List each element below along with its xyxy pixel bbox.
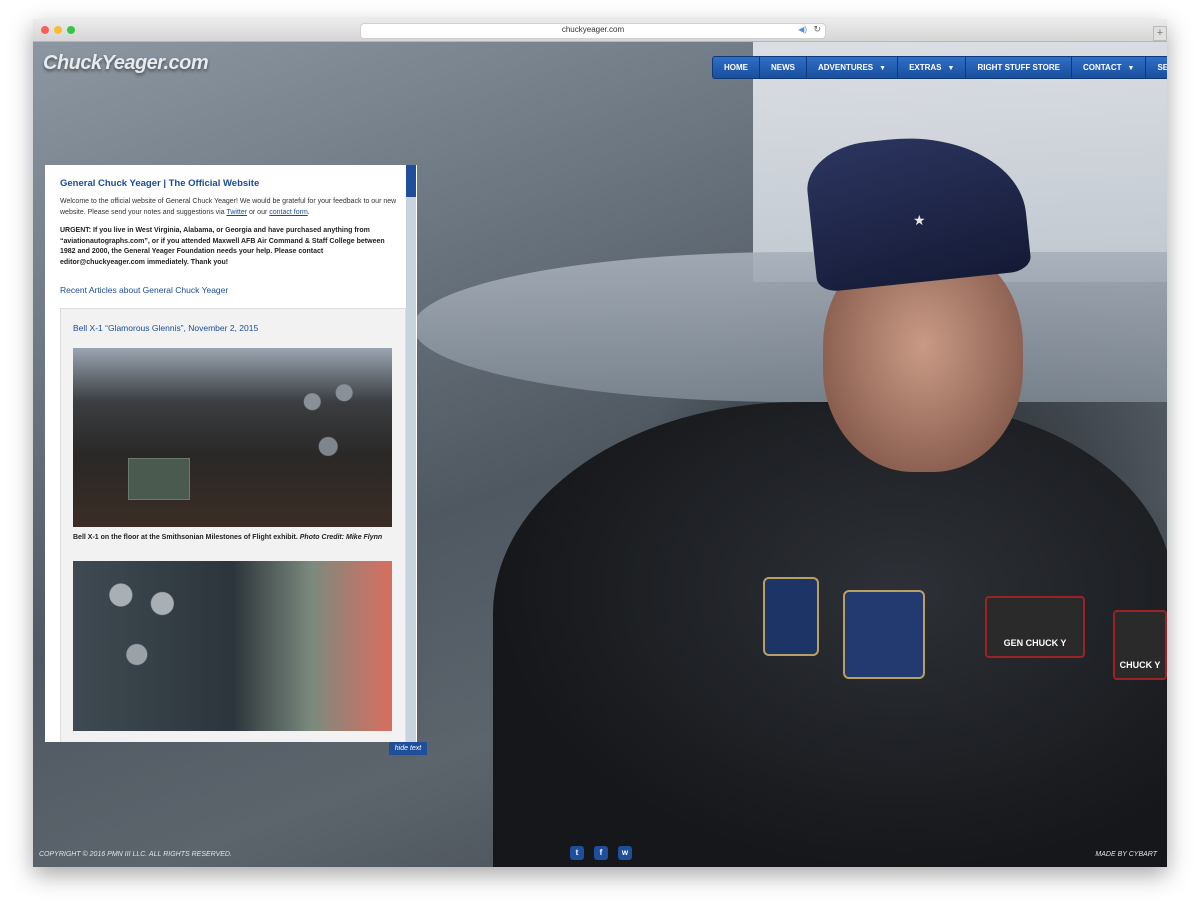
nav-item-contact[interactable]: CONTACT ▼ [1072, 57, 1147, 78]
urgent-notice: URGENT: If you live in West Virginia, Al… [60, 227, 385, 266]
shoulder-patch-image [763, 577, 819, 656]
nav-item-extras[interactable]: EXTRAS ▼ [898, 57, 967, 78]
facebook-icon[interactable]: f [594, 846, 608, 860]
reload-icon[interactable]: ↻ [813, 24, 821, 35]
background-aircraft-wing [413, 252, 1167, 402]
browser-window: chuckyeager.com ◀) ↻ + ★ GEN CHUCK Y CHU… [33, 19, 1167, 867]
nav-item-home[interactable]: HOME [713, 57, 760, 78]
new-tab-button[interactable]: + [1153, 26, 1167, 41]
site-logo[interactable]: ChuckYeager.com [43, 52, 209, 75]
panel-scrollbar-thumb[interactable] [406, 165, 416, 197]
chest-patch-image [843, 590, 925, 679]
audio-icon[interactable]: ◀) [798, 25, 807, 34]
close-window-button[interactable] [41, 26, 49, 34]
chevron-down-icon: ▼ [879, 65, 887, 72]
recent-articles-heading[interactable]: Recent Articles about General Chuck Yeag… [60, 285, 228, 295]
browser-chrome: chuckyeager.com ◀) ↻ + [33, 19, 1167, 42]
twitter-icon[interactable]: t [570, 846, 584, 860]
nav-label: HOME [724, 63, 748, 72]
panel-title: General Chuck Yeager | The Official Webs… [60, 178, 260, 189]
main-nav: HOME NEWS ADVENTURES ▼ EXTRAS ▼ RIGHT STUF… [712, 56, 1167, 79]
caption-text: Bell X-1 on the floor at the Smithsonian… [73, 534, 298, 541]
nav-item-adventures[interactable]: ADVENTURES ▼ [807, 57, 899, 78]
url-text: chuckyeager.com [561, 25, 625, 34]
nav-item-right-stuff-store[interactable]: RIGHT STUFF STORE [966, 57, 1072, 78]
photo-caption: Bell X-1 on the floor at the Smithsonian… [73, 534, 382, 541]
cockpit-photo-1 [73, 348, 392, 527]
minimize-window-button[interactable] [54, 26, 62, 34]
address-bar[interactable]: chuckyeager.com ◀) ↻ [360, 23, 826, 39]
article-card: Bell X-1 “Glamorous Glennis”, November 2… [60, 308, 406, 742]
wikipedia-icon[interactable]: w [618, 846, 632, 860]
cap-star-icon: ★ [913, 212, 926, 228]
nav-label: EXTRAS [909, 63, 942, 72]
nav-label: RIGHT STUFF STORE [977, 63, 1060, 72]
nav-item-news[interactable]: NEWS [760, 57, 807, 78]
name-patch-sleeve: CHUCK Y [1113, 610, 1167, 680]
nav-label: SEARCH [1157, 63, 1167, 72]
nav-label: NEWS [771, 63, 795, 72]
or-text: or our [249, 208, 268, 216]
nav-label: CONTACT [1082, 63, 1122, 72]
copyright-text: COPYRIGHT © 2016 PMN III LLC. ALL RIGHTS… [39, 851, 232, 858]
hide-text-button[interactable]: hide text [389, 742, 427, 755]
period-text: . [307, 208, 310, 216]
contact-form-link[interactable]: contact form [269, 209, 308, 216]
content-panel[interactable]: General Chuck Yeager | The Official Webs… [45, 165, 417, 742]
photo-credit: Photo Credit: Mike Flynn [299, 534, 383, 541]
page-content: ★ GEN CHUCK Y CHUCK Y ChuckYeager.com HO… [33, 42, 1167, 867]
made-by-credit[interactable]: MADE BY CYBART [1095, 851, 1157, 858]
welcome-paragraph: Welcome to the official website of Gener… [60, 197, 400, 218]
chevron-down-icon: ▼ [1127, 65, 1135, 72]
zoom-window-button[interactable] [67, 26, 75, 34]
cockpit-photo-2 [73, 561, 392, 731]
panel-scrollbar-track[interactable] [406, 165, 416, 742]
chevron-down-icon: ▼ [947, 65, 955, 72]
nav-label: ADVENTURES [818, 63, 874, 72]
twitter-link[interactable]: Twitter [226, 209, 247, 216]
name-patch: GEN CHUCK Y [985, 596, 1085, 658]
instrument-plate-image [128, 458, 190, 500]
nav-item-search[interactable]: SEARCH▼ [1146, 57, 1167, 78]
article-title[interactable]: Bell X-1 “Glamorous Glennis”, November 2… [73, 323, 258, 333]
